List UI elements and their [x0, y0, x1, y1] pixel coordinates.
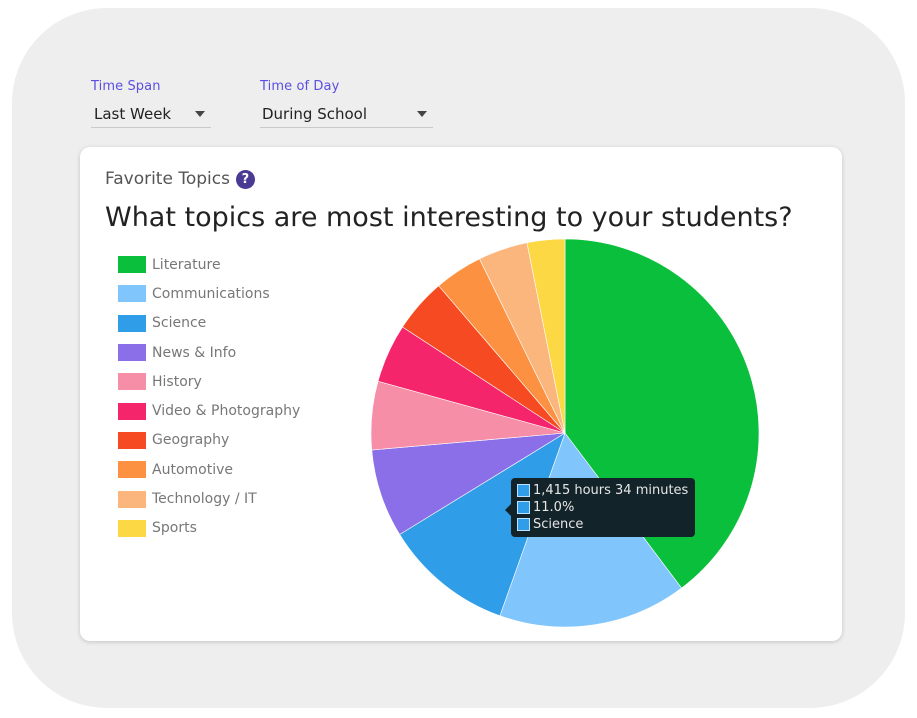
tooltip-swatch: [517, 518, 530, 531]
time-span-field: Time Span Last Week: [91, 79, 211, 128]
tooltip-swatch: [517, 484, 530, 497]
tooltip-percent: 11.0%: [533, 500, 575, 515]
time-of-day-select[interactable]: During School: [260, 101, 433, 128]
chart-tooltip: 1,415 hours 34 minutes 11.0% Science: [504, 478, 696, 537]
tooltip-swatch: [517, 501, 530, 514]
time-span-value: Last Week: [94, 105, 172, 123]
pie-chart: [370, 238, 760, 628]
time-of-day-value: During School: [262, 105, 367, 123]
tooltip-row: Science: [517, 516, 688, 533]
time-span-label: Time Span: [91, 79, 161, 94]
tooltip-row: 11.0%: [517, 499, 688, 516]
favorite-topics-card: Favorite Topics ? What topics are most i…: [80, 147, 842, 641]
time-of-day-label: Time of Day: [260, 79, 340, 94]
time-span-select[interactable]: Last Week: [91, 101, 211, 128]
tooltip-value: 1,415 hours 34 minutes: [533, 483, 689, 498]
tooltip-row: 1,415 hours 34 minutes: [517, 482, 688, 499]
caret-down-icon: [195, 111, 205, 117]
time-of-day-field: Time of Day During School: [260, 79, 433, 128]
caret-down-icon: [417, 111, 427, 117]
tooltip-label: Science: [533, 517, 584, 532]
